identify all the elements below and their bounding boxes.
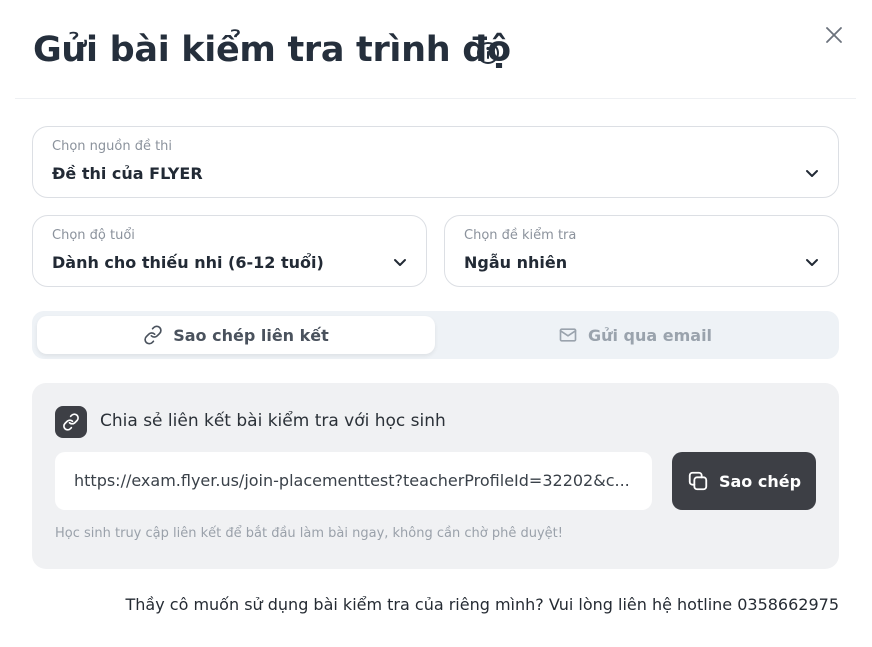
tab-send-email-label: Gửi qua email <box>587 325 713 345</box>
copy-link-button[interactable]: Sao chép <box>672 452 816 510</box>
share-hint: Học sinh truy cập liên kết để bắt đầu là… <box>55 526 563 541</box>
hotline-note: Thầy cô muốn sử dụng bài kiểm tra của ri… <box>125 595 840 614</box>
source-select-label: Chọn nguồn đề thi <box>52 139 173 154</box>
link-icon <box>63 413 79 431</box>
info-icon[interactable] <box>476 41 500 65</box>
source-select-value: Đề thi của FLYER <box>52 164 203 183</box>
age-select-value: Dành cho thiếu nhi (6-12 tuổi) <box>52 253 324 272</box>
copy-link-button-label: Sao chép <box>718 471 802 491</box>
age-select[interactable]: Chọn độ tuổi Dành cho thiếu nhi (6-12 tu… <box>32 215 427 287</box>
header-divider <box>15 98 856 99</box>
test-select-value: Ngẫu nhiên <box>464 253 568 272</box>
test-select-label: Chọn đề kiểm tra <box>464 228 577 243</box>
close-icon[interactable] <box>822 23 846 47</box>
share-link-text: https://exam.flyer.us/join-placementtest… <box>74 471 630 490</box>
chevron-down-icon <box>394 259 406 266</box>
mail-icon <box>559 328 577 342</box>
share-link-badge <box>55 406 87 438</box>
link-icon <box>144 325 162 345</box>
test-select[interactable]: Chọn đề kiểm tra Ngẫu nhiên <box>444 215 839 287</box>
dialog-header: Gửi bài kiểm tra trình độ <box>0 0 872 100</box>
age-select-label: Chọn độ tuổi <box>52 228 135 243</box>
share-method-tabs: Sao chép liên kết Gửi qua email <box>32 311 839 359</box>
tab-copy-link[interactable]: Sao chép liên kết <box>37 316 435 354</box>
tab-send-email[interactable]: Gửi qua email <box>436 316 834 354</box>
share-link-panel: Chia sẻ liên kết bài kiểm tra với học si… <box>32 383 839 569</box>
dialog-title: Gửi bài kiểm tra trình độ <box>33 30 511 70</box>
share-panel-title: Chia sẻ liên kết bài kiểm tra với học si… <box>100 411 446 431</box>
tab-copy-link-label: Sao chép liên kết <box>173 325 329 345</box>
copy-icon <box>688 471 708 491</box>
share-link-field[interactable]: https://exam.flyer.us/join-placementtest… <box>55 452 652 510</box>
source-select[interactable]: Chọn nguồn đề thi Đề thi của FLYER <box>32 126 839 198</box>
chevron-down-icon <box>806 259 818 266</box>
chevron-down-icon <box>806 170 818 177</box>
